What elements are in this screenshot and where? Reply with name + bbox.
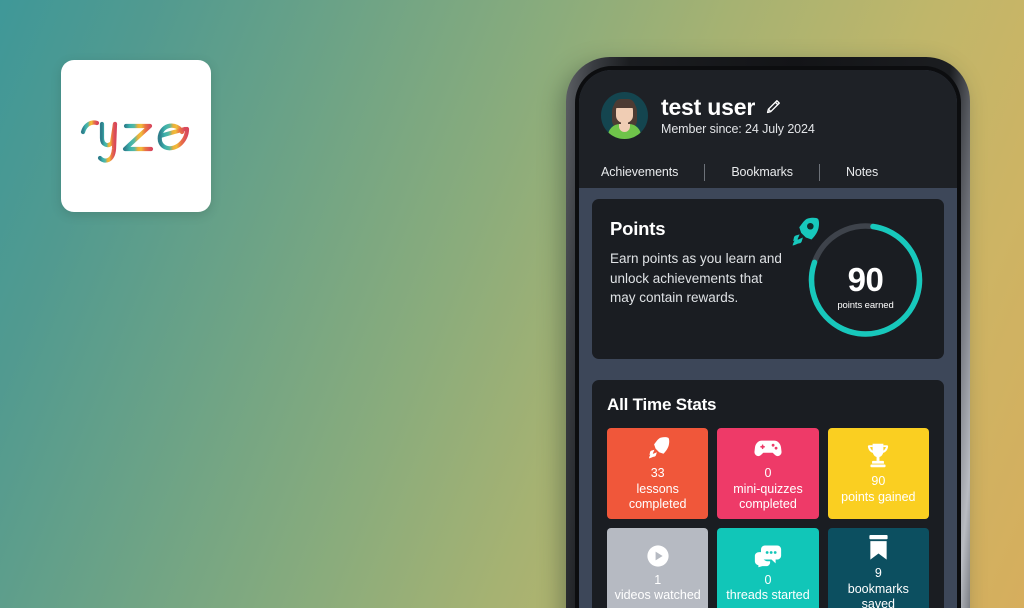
stat-value: 0 (764, 572, 772, 587)
points-progress-ring: 90 points earned (792, 215, 928, 343)
stats-grid: 33 lessons completed 0 mini-quizzes complet… (607, 428, 929, 608)
points-title: Points (610, 218, 666, 239)
stat-tile-bookmarks-saved[interactable]: 9 bookmarks saved (827, 528, 929, 608)
pencil-icon[interactable] (764, 97, 783, 116)
stat-label: points gained (841, 489, 916, 504)
phone-screen: test user Member since: 24 July 2024 Ach… (579, 70, 957, 608)
stat-value: 1 (654, 572, 662, 587)
stat-label: mini-quizzes completed (733, 481, 803, 511)
stat-label: videos watched (614, 588, 701, 603)
stat-label: threads started (726, 588, 810, 603)
points-caption: points earned (837, 300, 894, 311)
user-name: test user (661, 93, 756, 120)
chat-bubble-icon (754, 544, 782, 568)
tab-achievements[interactable]: Achievements (601, 165, 678, 179)
member-since: Member since: 24 July 2024 (661, 122, 815, 137)
app-header: test user Member since: 24 July 2024 Ach… (579, 70, 957, 188)
tab-bookmarks[interactable]: Bookmarks (731, 165, 793, 179)
stat-value: 90 (871, 474, 886, 489)
stat-label: bookmarks saved (847, 582, 909, 608)
phone-bezel: test user Member since: 24 July 2024 Ach… (575, 66, 961, 608)
phone-mockup: test user Member since: 24 July 2024 Ach… (566, 57, 970, 608)
points-text-block: Points Earn points as you learn and unlo… (610, 216, 803, 308)
tab-notes[interactable]: Notes (846, 165, 878, 179)
profile-row: test user Member since: 24 July 2024 (579, 92, 957, 139)
name-block: test user Member since: 24 July 2024 (661, 95, 815, 136)
stat-tile-mini-quizzes-completed[interactable]: 0 mini-quizzes completed (717, 428, 819, 519)
avatar-hair-front (614, 99, 635, 108)
stat-value: 9 (874, 566, 882, 581)
all-time-stats-card: All Time Stats 33 lessons completed 0 mini-… (592, 380, 944, 608)
ryze-logo-icon (80, 120, 190, 163)
points-value: 90 (847, 261, 884, 298)
stat-value: 0 (764, 465, 772, 480)
stat-tile-threads-started[interactable]: 0 threads started (717, 528, 819, 608)
ring-center-labels: 90 points earned (803, 215, 928, 343)
points-description: Earn points as you learn and unlock achi… (610, 251, 782, 306)
name-line: test user (661, 95, 815, 119)
play-circle-icon (646, 544, 670, 568)
points-card: Points Earn points as you learn and unlo… (592, 199, 944, 359)
all-time-stats-title: All Time Stats (607, 395, 717, 414)
stat-value: 33 (650, 465, 665, 480)
tabs-bar: Achievements Bookmarks Notes (579, 156, 957, 188)
content-scroll-area: Points Earn points as you learn and unlo… (579, 188, 957, 608)
avatar[interactable] (601, 92, 648, 139)
rocket-icon (645, 435, 671, 461)
stat-tile-points-gained[interactable]: 90 points gained (827, 428, 929, 519)
stat-tile-lessons-completed[interactable]: 33 lessons completed (607, 428, 709, 519)
ryze-logo-card (61, 60, 211, 212)
stat-label: lessons completed (628, 481, 687, 511)
stat-tile-videos-watched[interactable]: 1 videos watched (607, 528, 709, 608)
gamepad-icon (754, 435, 782, 461)
trophy-icon (865, 442, 891, 469)
bookmark-icon (867, 534, 890, 561)
tab-separator-1 (704, 163, 706, 181)
tab-separator-2 (818, 163, 820, 181)
